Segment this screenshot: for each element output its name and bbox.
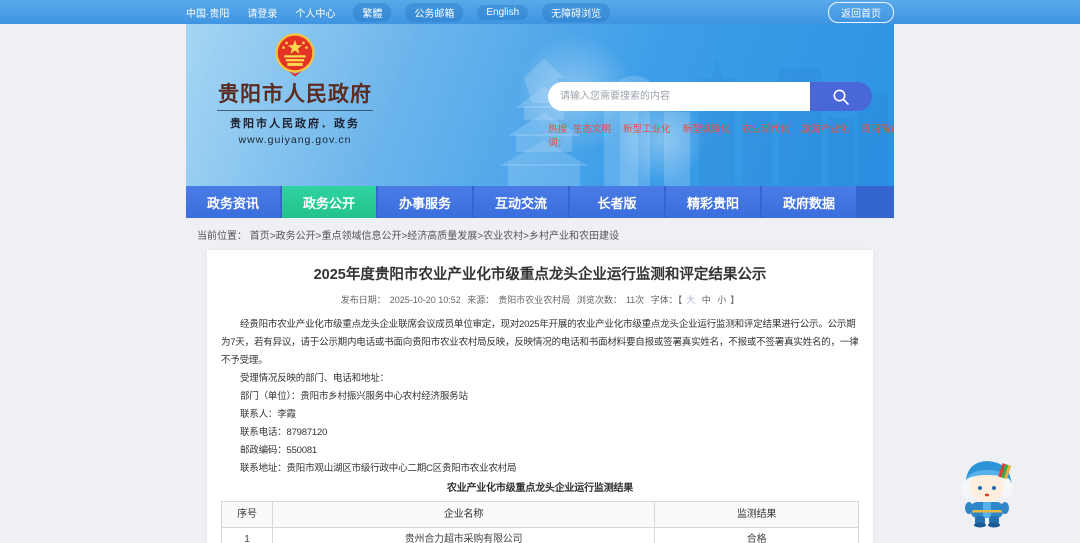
hot-word-link[interactable]: 新型工业化 [623, 121, 671, 149]
top-utility-bar: 中国·贵阳 请登录 个人中心 繁體 公务邮箱 English 无障碍浏览 返回首… [0, 0, 1080, 24]
topbar-link-accessibility[interactable]: 无障碍浏览 [542, 2, 611, 22]
site-subtitle: 贵阳市人民政府．政务 [230, 118, 360, 130]
topbar-link-china-guiyang[interactable]: 中国·贵阳 [186, 5, 229, 20]
views-value: 11次 [625, 295, 645, 305]
article-paragraph: 经贵阳市农业产业化市级重点龙头企业联席会议成员单位审定，现对2025年开展的农业… [221, 319, 859, 366]
nav-item-zhengwu-zixun[interactable]: 政务资讯 [186, 186, 280, 218]
article-paragraph: 联系电话：87987120 [240, 427, 328, 438]
monitor-result: 合格 [654, 527, 859, 543]
article-paragraph: 受理情况反映的部门、电话和地址： [240, 373, 389, 384]
return-home-button[interactable]: 返回首页 [828, 1, 894, 23]
nav-item-zhengwu-gongkai[interactable]: 政务公开 [282, 186, 376, 218]
nav-item-jingcai-guiyang[interactable]: 精彩贵阳 [666, 186, 760, 218]
table-header-index: 序号 [221, 501, 273, 528]
hot-word-link[interactable]: 新型城镇化 [683, 121, 731, 149]
main-navigation: 政务资讯 政务公开 办事服务 互动交流 长者版 精彩贵阳 政府数据 [186, 186, 894, 218]
hot-word-link[interactable]: 贵阳简介 [861, 121, 894, 149]
search-input[interactable] [548, 82, 810, 111]
monitoring-table-title: 农业产业化市级重点龙头企业运行监测结果 [446, 483, 634, 494]
company-name: 贵州合力超市采购有限公司 [271, 527, 656, 543]
topbar-link-login[interactable]: 请登录 [247, 5, 277, 20]
article-body: 经贵阳市农业产业化市级重点龙头企业联席会议成员单位审定，现对2025年开展的农业… [221, 316, 859, 543]
table-row: 1 贵州合力超市采购有限公司 合格 [221, 527, 859, 543]
search-icon [833, 89, 849, 105]
site-title[interactable]: 贵阳市人民政府 [218, 83, 372, 107]
breadcrumb: 当前位置： 首页>政务公开>重点领域信息公开>经济高质量发展>农业农村>乡村产业… [186, 227, 894, 242]
row-index: 1 [221, 527, 273, 543]
nav-item-zhangzheban[interactable]: 长者版 [570, 186, 664, 218]
article-paragraph: 联系地址：贵阳市观山湖区市级行政中心二期C区贵阳市农业农村局 [240, 463, 517, 474]
national-emblem [275, 33, 315, 77]
article-meta: 发布日期： 2025-10-20 10:52 来源： 贵阳市农业农村局 浏览次数： 1… [221, 293, 859, 306]
article-paragraph: 邮政编码：550081 [240, 445, 318, 456]
topbar-link-official-mail[interactable]: 公务邮箱 [405, 2, 464, 22]
breadcrumb-path[interactable]: 首页>政务公开>重点领域信息公开>经济高质量发展>农业农村>乡村产业和农田建设 [250, 231, 619, 242]
table-header-row: 序号 企业名称 监测结果 [221, 501, 859, 528]
mascot-character[interactable] [956, 450, 1018, 533]
font-size-label-end: 】 [730, 295, 740, 305]
font-size-large-button[interactable]: 大 [686, 295, 695, 305]
mascot-icon [961, 461, 1013, 528]
table-header-result: 监测结果 [654, 501, 859, 528]
nav-item-hudong-jiaoliu[interactable]: 互动交流 [474, 186, 568, 218]
hot-word-link[interactable]: 生态文明 [573, 121, 611, 149]
publish-date: 2025-10-20 10:52 [389, 295, 461, 305]
article-paragraph: 联系人：李霞 [240, 409, 296, 420]
hot-word-link[interactable]: 旅游产业化 [802, 121, 850, 149]
topbar-link-personal-center[interactable]: 个人中心 [295, 5, 335, 20]
publish-date-label: 发布日期： [340, 295, 386, 305]
views-label: 浏览次数： [576, 295, 622, 305]
site-masthead: 贵阳市人民政府 贵阳市人民政府．政务 www.guiyang.gov.cn [210, 32, 380, 146]
nav-item-banshi-fuwu[interactable]: 办事服务 [378, 186, 472, 218]
table-header-company: 企业名称 [271, 501, 656, 528]
site-banner: 贵阳市人民政府 贵阳市人民政府．政务 www.guiyang.gov.cn 热搜… [186, 24, 894, 218]
font-size-label: 字体：【 [650, 295, 683, 305]
article-title: 2025年度贵阳市农业产业化市级重点龙头企业运行监测和评定结果公示 [313, 267, 767, 283]
search-area: 热搜词： 生态文明 新型工业化 新型城镇化 农业现代化 旅游产业化 贵阳简介 [548, 82, 894, 149]
breadcrumb-label: 当前位置： [197, 231, 247, 242]
hot-word-link[interactable]: 农业现代化 [742, 121, 790, 149]
article-paragraph: 部门（单位）：贵阳市乡村振兴服务中心农村经济服务站 [240, 391, 468, 402]
topbar-link-english[interactable]: English [477, 4, 529, 20]
font-size-medium-button[interactable]: 中 [702, 295, 711, 305]
nav-item-zhengfu-shuju[interactable]: 政府数据 [762, 186, 856, 218]
masthead-divider [217, 110, 373, 111]
site-url[interactable]: www.guiyang.gov.cn [239, 134, 352, 146]
article-card: 2025年度贵阳市农业产业化市级重点龙头企业运行监测和评定结果公示 发布日期： 2… [207, 250, 873, 543]
hot-search-words: 热搜词： 生态文明 新型工业化 新型城镇化 农业现代化 旅游产业化 贵阳简介 [548, 121, 894, 149]
source-value: 贵阳市农业农村局 [498, 295, 571, 305]
topbar-link-traditional-chinese[interactable]: 繁體 [353, 2, 392, 22]
source-label: 来源： [467, 295, 495, 305]
search-button[interactable] [810, 82, 872, 111]
font-size-small-button[interactable]: 小 [717, 295, 726, 305]
hot-words-label: 热搜词： [548, 124, 568, 149]
monitoring-result-table: 序号 企业名称 监测结果 1 贵州合力超市采购有限公司 合格 2 贵州友禾种业有… [221, 501, 859, 543]
